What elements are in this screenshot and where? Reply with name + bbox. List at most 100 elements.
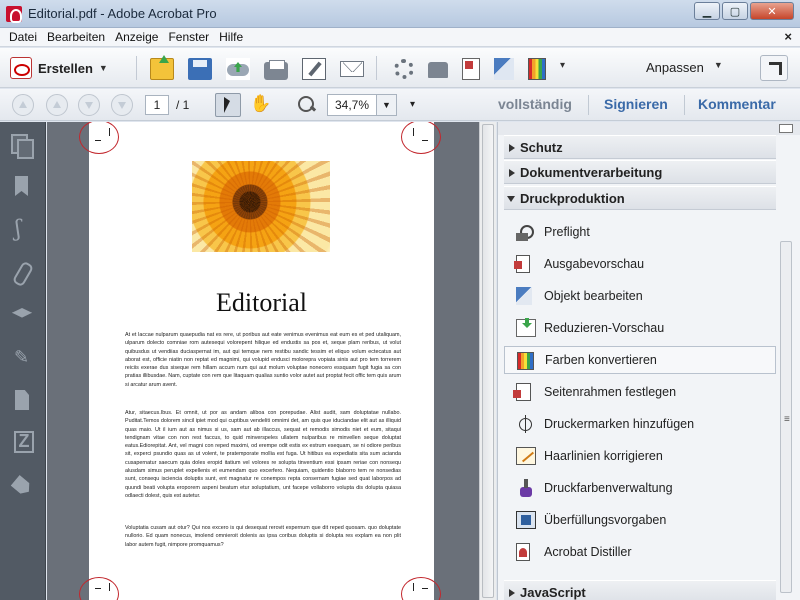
tool-label: Druckermarken hinzufügen	[544, 417, 695, 431]
select-tool-icon[interactable]	[215, 93, 241, 117]
bookmark-icon[interactable]	[11, 176, 33, 198]
content-edit-icon[interactable]	[11, 347, 33, 370]
section-dokumentverarbeitung[interactable]: Dokumentverarbeitung	[504, 160, 776, 184]
tab-signieren[interactable]: Signieren	[604, 96, 668, 112]
fix-hairlines-icon	[516, 447, 536, 465]
tool-druckfarbenverwaltung[interactable]: Druckfarbenverwaltung	[504, 474, 776, 502]
page-thumbnails-icon[interactable]	[11, 134, 34, 159]
first-page-icon[interactable]	[12, 94, 34, 116]
printer-marks-icon	[516, 415, 536, 433]
section-label: Schutz	[520, 139, 563, 155]
order-icon[interactable]	[11, 431, 34, 454]
maximize-button[interactable]: ▢	[722, 2, 748, 20]
email-icon[interactable]	[340, 61, 364, 77]
acrobat-distiller-icon	[516, 543, 530, 561]
toolbar-divider	[136, 56, 137, 80]
toolbar-divider	[588, 95, 589, 115]
tool-druckermarken-hinzufuegen[interactable]: Druckermarken hinzufügen	[504, 410, 776, 438]
section-schutz[interactable]: Schutz	[504, 135, 776, 159]
expand-icon[interactable]	[760, 55, 788, 81]
customize-button[interactable]: Anpassen ▼	[646, 60, 723, 75]
document-heading: Editorial	[216, 288, 307, 317]
tool-label: Objekt bearbeiten	[544, 289, 643, 303]
close-window-button[interactable]: ✕	[750, 2, 794, 20]
output-preview-icon	[514, 255, 530, 273]
scrollbar-thumb[interactable]	[482, 124, 494, 598]
tab-vollstaendig[interactable]: vollständig	[498, 96, 572, 112]
edit-object-icon[interactable]	[494, 58, 514, 80]
save-icon[interactable]	[188, 58, 212, 80]
tool-ausgabevorschau[interactable]: Ausgabevorschau	[504, 250, 776, 278]
navigation-pane	[0, 122, 46, 600]
pdf-page: Editorial At et laccae nulparum quaepudi…	[89, 122, 434, 600]
attachment-icon[interactable]	[11, 262, 33, 284]
tool-label: Reduzieren-Vorschau	[544, 321, 665, 335]
tools-scrollbar[interactable]: ≡	[778, 241, 795, 593]
signature-icon[interactable]	[11, 217, 33, 242]
tool-ueberfuellungsvorgaben[interactable]: Überfüllungsvorgaben	[504, 506, 776, 534]
gear-icon[interactable]	[394, 59, 414, 79]
output-preview-icon[interactable]	[462, 58, 480, 80]
print-icon[interactable]	[264, 60, 288, 80]
tool-seitenrahmen-festlegen[interactable]: Seitenrahmen festlegen	[504, 378, 776, 406]
tool-reduzieren-vorschau[interactable]: Reduzieren-Vorschau	[504, 314, 776, 342]
more-tools-icon[interactable]: ▾	[560, 60, 565, 71]
marquee-zoom-icon[interactable]	[296, 94, 320, 116]
tool-label: Ausgabevorschau	[544, 257, 645, 271]
trap-presets-icon	[516, 511, 536, 529]
scrollbar-thumb[interactable]: ≡	[780, 241, 792, 593]
flatten-preview-icon	[516, 319, 536, 337]
previous-page-icon[interactable]	[46, 94, 68, 116]
next-page-icon[interactable]	[78, 94, 100, 116]
menu-datei[interactable]: Datei	[4, 30, 42, 44]
create-button[interactable]: Erstellen ▼	[10, 56, 108, 80]
tool-acrobat-distiller[interactable]: Acrobat Distiller	[504, 538, 776, 566]
more-tools-icon[interactable]: ▾	[410, 99, 415, 110]
section-label: Druckproduktion	[520, 190, 625, 206]
zoom-select[interactable]: 34,7% ▼	[327, 94, 397, 116]
set-page-boxes-icon	[513, 383, 531, 401]
page-total: / 1	[176, 98, 190, 112]
layers-icon[interactable]	[11, 304, 33, 326]
document-icon[interactable]	[11, 390, 33, 412]
tool-label: Überfüllungsvorgaben	[544, 513, 667, 527]
close-document-button[interactable]: ×	[784, 29, 792, 44]
tool-haarlinien-korrigieren[interactable]: Haarlinien korrigieren	[504, 442, 776, 470]
tool-farben-konvertieren[interactable]: Farben konvertieren	[504, 346, 776, 374]
document-view[interactable]: Editorial At et laccae nulparum quaepudi…	[47, 122, 479, 600]
menu-fenster[interactable]: Fenster	[163, 30, 214, 44]
tab-kommentar[interactable]: Kommentar	[698, 96, 776, 112]
menu-bearbeiten[interactable]: Bearbeiten	[42, 30, 110, 44]
document-scrollbar[interactable]	[479, 122, 496, 600]
edit-object-icon	[516, 287, 532, 305]
window-controls: ▁ ▢ ✕	[694, 2, 794, 20]
cloud-upload-icon[interactable]	[226, 58, 250, 80]
menu-anzeige[interactable]: Anzeige	[110, 30, 163, 44]
tool-label: Seitenrahmen festlegen	[544, 385, 677, 399]
tool-objekt-bearbeiten[interactable]: Objekt bearbeiten	[504, 282, 776, 310]
menu-hilfe[interactable]: Hilfe	[214, 30, 248, 44]
minimize-button[interactable]: ▁	[694, 2, 720, 20]
pane-options-icon[interactable]	[779, 124, 793, 133]
tool-label: Preflight	[544, 225, 590, 239]
section-druckproduktion[interactable]: Druckproduktion	[504, 186, 776, 210]
tool-preflight[interactable]: Preflight	[504, 218, 776, 246]
crop-mark-highlight-circle	[401, 577, 441, 600]
menu-bar: Datei Bearbeiten Anzeige Fenster Hilfe ×	[0, 28, 800, 47]
section-javascript[interactable]: JavaScript	[504, 580, 776, 600]
page-number-input[interactable]: 1	[145, 95, 169, 115]
stamp-print-icon[interactable]	[428, 62, 448, 78]
window-title: Editorial.pdf - Adobe Acrobat Pro	[28, 6, 217, 21]
tools-pane-header	[498, 122, 800, 135]
edit-document-icon[interactable]	[302, 58, 326, 80]
hand-tool-icon[interactable]	[248, 94, 271, 116]
create-pdf-icon	[10, 57, 32, 79]
toolbar-divider	[376, 56, 377, 80]
body-paragraph: At et laccae nulparum quaepudia nat es r…	[125, 332, 401, 388]
last-page-icon[interactable]	[111, 94, 133, 116]
chevron-down-icon[interactable]: ▼	[376, 95, 396, 115]
convert-colors-icon[interactable]	[528, 58, 546, 80]
open-folder-icon[interactable]	[150, 58, 174, 80]
tag-icon[interactable]	[11, 476, 33, 498]
scrollbar-grip-icon: ≡	[784, 414, 790, 425]
